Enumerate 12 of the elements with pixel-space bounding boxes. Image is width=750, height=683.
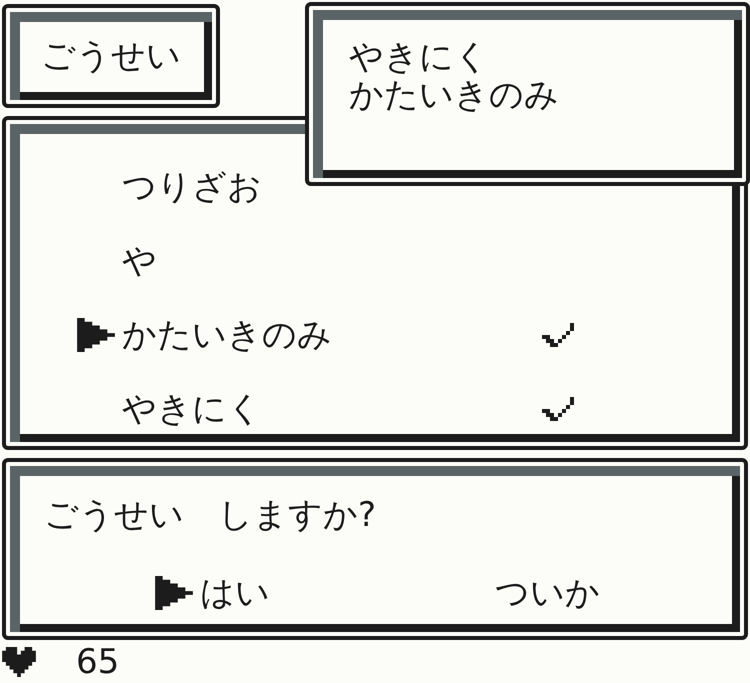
- item-label[interactable]: やきにく: [122, 386, 262, 432]
- info-line: かたいきのみ: [349, 76, 560, 114]
- item-label[interactable]: かたいきのみ: [122, 312, 332, 358]
- hp-value: 65: [76, 642, 120, 682]
- info-line: やきにく: [349, 38, 490, 76]
- menu-title: ごうせい: [41, 35, 181, 78]
- item-label[interactable]: や: [122, 238, 157, 284]
- choice-option[interactable]: はい: [200, 570, 270, 616]
- choice-option[interactable]: ついか: [495, 570, 600, 616]
- heart-icon: [2, 647, 36, 677]
- dialog-prompt: ごうせい しますか?: [44, 494, 378, 537]
- item-label[interactable]: つりざお: [122, 164, 262, 210]
